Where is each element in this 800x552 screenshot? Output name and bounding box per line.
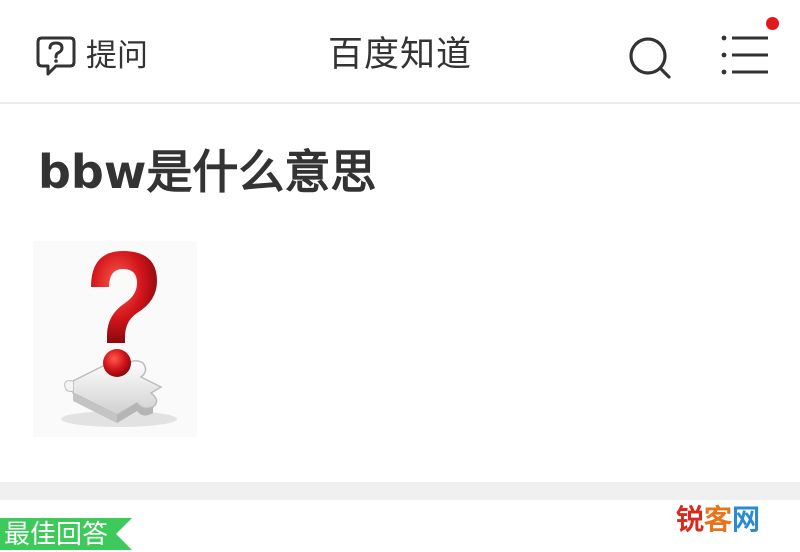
watermark-char-2: 客 — [704, 503, 733, 536]
question-image — [33, 241, 197, 437]
search-button[interactable] — [626, 34, 674, 82]
best-answer-badge: 最佳回答 — [0, 518, 132, 550]
notification-dot-icon — [766, 17, 779, 30]
menu-list-icon — [716, 35, 776, 84]
menu-button[interactable] — [716, 30, 776, 80]
search-icon — [626, 37, 674, 86]
best-answer-label: 最佳回答 — [4, 520, 109, 550]
site-watermark: 锐客网 — [676, 500, 760, 540]
ask-question-label: 提问 — [86, 38, 148, 74]
watermark-char-1: 锐 — [676, 503, 705, 536]
top-nav-bar: 提问 百度知道 — [0, 0, 800, 104]
ask-question-button[interactable]: 提问 — [36, 34, 148, 78]
question-title: bbw是什么意思 — [38, 145, 377, 199]
question-bubble-icon — [36, 35, 76, 77]
watermark-char-3: 网 — [732, 503, 761, 536]
section-divider — [0, 482, 800, 500]
